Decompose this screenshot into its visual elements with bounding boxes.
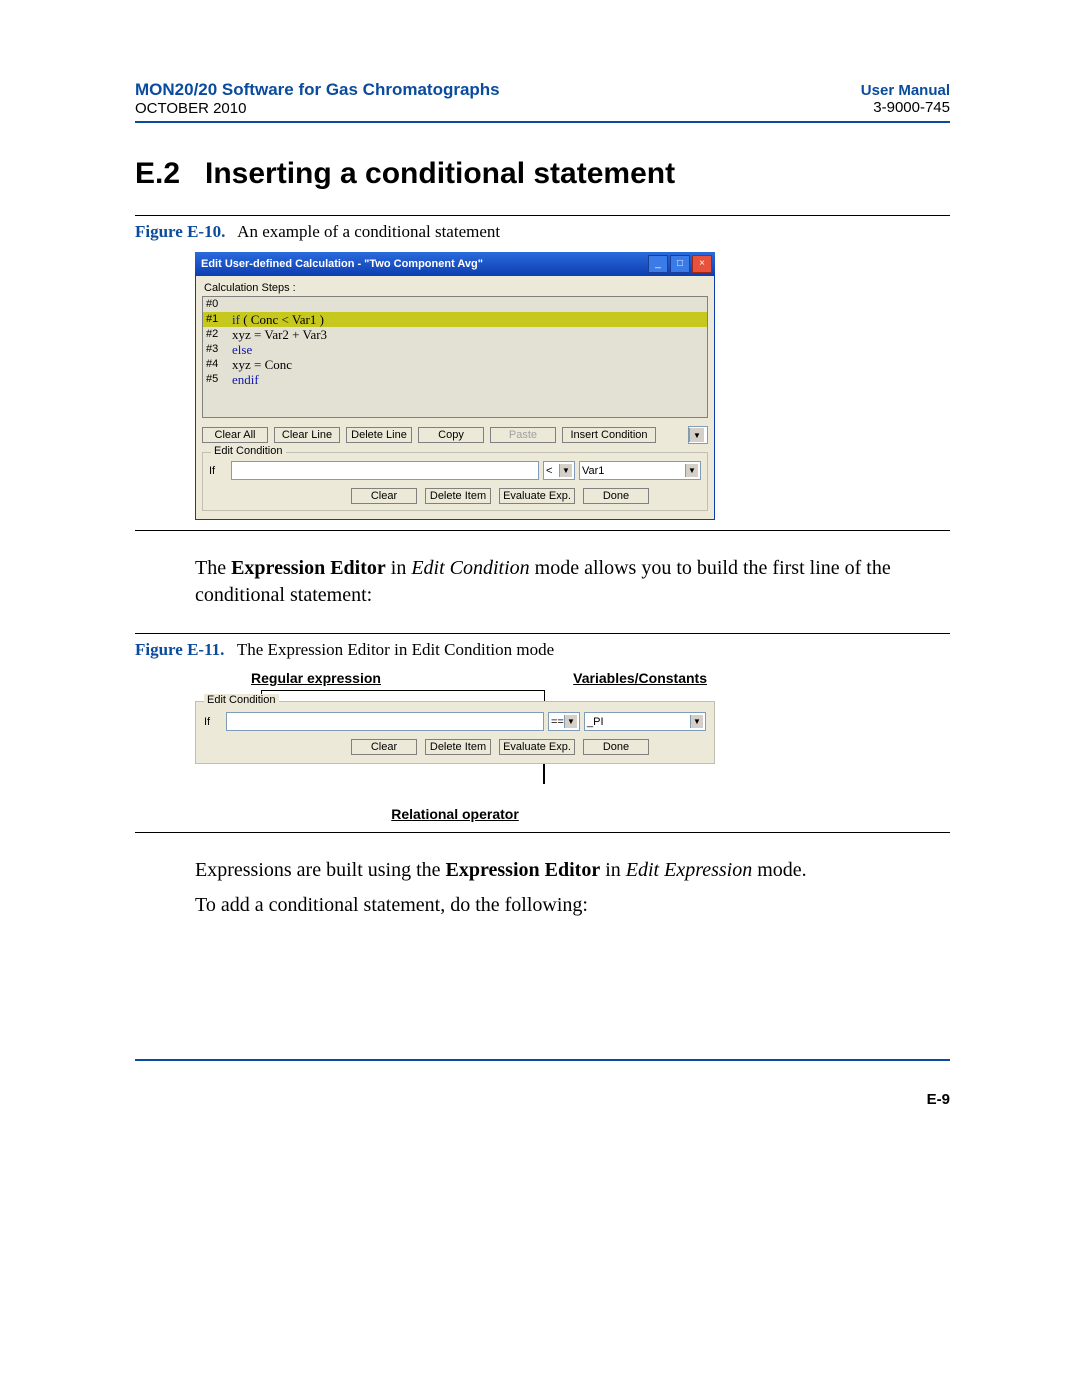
section-heading: E.2Inserting a conditional statement — [135, 157, 950, 191]
maximize-icon[interactable]: □ — [670, 255, 690, 273]
figure-label: Figure E-10. — [135, 222, 225, 241]
step-row[interactable]: #0 — [203, 297, 707, 312]
clear-all-button[interactable]: Clear All — [202, 427, 268, 443]
evaluate-button[interactable]: Evaluate Exp. — [499, 488, 575, 504]
group-label: Edit Condition — [211, 445, 286, 457]
annotation-relop: Relational operator — [195, 806, 715, 822]
variable-dropdown[interactable]: Var1▼ — [579, 461, 701, 480]
chevron-down-icon: ▼ — [689, 428, 704, 442]
close-icon[interactable]: × — [692, 255, 712, 273]
evaluate-button[interactable]: Evaluate Exp. — [499, 739, 575, 755]
connector-line — [261, 690, 545, 701]
body-paragraph: To add a conditional statement, do the f… — [195, 892, 950, 919]
figure-rule — [135, 215, 950, 216]
step-row[interactable]: #4 xyz = Conc — [203, 357, 707, 372]
step-row[interactable]: #3else — [203, 342, 707, 357]
variable-dropdown[interactable]: _PI▼ — [584, 712, 706, 731]
steps-list[interactable]: #0 #1if ( Conc < Var1 ) #2 xyz = Var2 + … — [202, 296, 708, 418]
step-row[interactable]: #5endif — [203, 372, 707, 387]
operator-dropdown[interactable]: ==▼ — [548, 712, 580, 731]
annotation-vars: Variables/Constants — [573, 670, 707, 686]
figure-caption: Figure E-10. An example of a conditional… — [135, 222, 950, 242]
header-product: MON20/20 Software for Gas Chromatographs — [135, 80, 500, 100]
step-row — [203, 402, 707, 417]
connector-line — [543, 764, 545, 784]
section-title: Inserting a conditional statement — [205, 157, 675, 190]
header-manual: User Manual — [861, 82, 950, 99]
chevron-down-icon: ▼ — [690, 715, 703, 728]
if-label: If — [204, 716, 222, 728]
done-button[interactable]: Done — [583, 488, 649, 504]
section-number: E.2 — [135, 157, 205, 191]
clear-line-button[interactable]: Clear Line — [274, 427, 340, 443]
step-row — [203, 387, 707, 402]
clear-button[interactable]: Clear — [351, 739, 417, 755]
delete-item-button[interactable]: Delete Item — [425, 739, 491, 755]
body-paragraph: The Expression Editor in Edit Condition … — [195, 555, 950, 609]
window-title: Edit User-defined Calculation - "Two Com… — [201, 258, 646, 270]
insert-dropdown[interactable]: ▼ — [688, 426, 708, 444]
figure-rule — [135, 832, 950, 833]
step-row[interactable]: #2 xyz = Var2 + Var3 — [203, 327, 707, 342]
operator-dropdown[interactable]: <▼ — [543, 461, 575, 480]
header-date: OCTOBER 2010 — [135, 100, 500, 117]
delete-item-button[interactable]: Delete Item — [425, 488, 491, 504]
figure-rule — [135, 530, 950, 531]
chevron-down-icon: ▼ — [564, 715, 577, 728]
page-header: MON20/20 Software for Gas Chromatographs… — [135, 80, 950, 117]
minimize-icon[interactable]: _ — [648, 255, 668, 273]
group-label: Edit Condition — [204, 694, 279, 706]
expression-input[interactable] — [226, 712, 544, 731]
insert-condition-button[interactable]: Insert Condition — [562, 427, 656, 443]
paste-button[interactable]: Paste — [490, 427, 556, 443]
if-label: If — [209, 465, 227, 477]
edit-condition-group: Edit Condition If <▼ Var1▼ Clear Delete … — [202, 452, 708, 511]
expression-input[interactable] — [231, 461, 539, 480]
delete-line-button[interactable]: Delete Line — [346, 427, 412, 443]
copy-button[interactable]: Copy — [418, 427, 484, 443]
page-number: E-9 — [135, 1091, 950, 1108]
figure-rule — [135, 633, 950, 634]
figure-caption-text: The Expression Editor in Edit Condition … — [237, 640, 554, 659]
clear-button[interactable]: Clear — [351, 488, 417, 504]
header-docnum: 3-9000-745 — [861, 99, 950, 116]
annotation-regex: Regular expression — [251, 670, 381, 686]
annotation-row: Regular expression Variables/Constants — [195, 670, 715, 686]
figure-caption-text: An example of a conditional statement — [237, 222, 500, 241]
steps-label: Calculation Steps : — [204, 282, 708, 294]
step-row-selected[interactable]: #1if ( Conc < Var1 ) — [203, 312, 707, 327]
body-paragraph: Expressions are built using the Expressi… — [195, 857, 950, 884]
header-rule — [135, 121, 950, 123]
figure-caption: Figure E-11. The Expression Editor in Ed… — [135, 640, 950, 660]
edit-condition-panel: Edit Condition If ==▼ _PI▼ Clear Delete … — [195, 701, 715, 764]
figure-label: Figure E-11. — [135, 640, 224, 659]
footer-rule — [135, 1059, 950, 1061]
done-button[interactable]: Done — [583, 739, 649, 755]
chevron-down-icon: ▼ — [685, 464, 698, 477]
titlebar: Edit User-defined Calculation - "Two Com… — [195, 252, 715, 276]
chevron-down-icon: ▼ — [559, 464, 572, 477]
screenshot-dialog: Edit User-defined Calculation - "Two Com… — [195, 252, 715, 520]
